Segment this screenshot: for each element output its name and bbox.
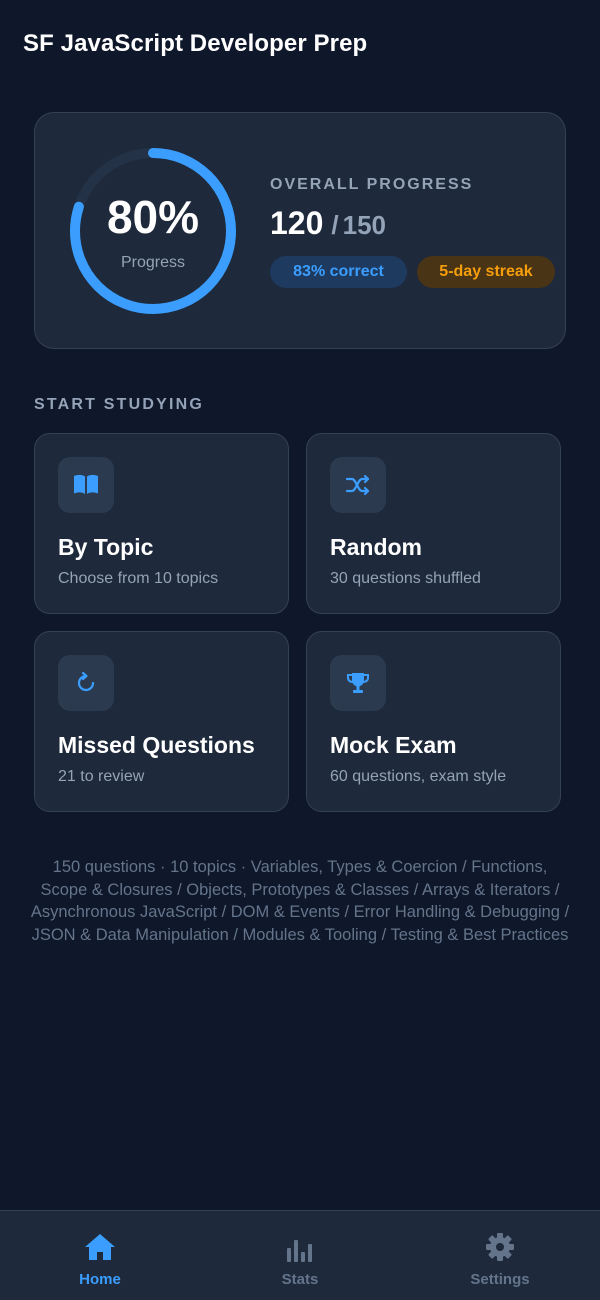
progress-ring: 80% Progress [69,147,237,315]
tab-home[interactable]: Home [0,1211,200,1300]
correct-badge: 83% correct [270,256,407,288]
refresh-icon [58,655,114,711]
answered-number: 120 [270,205,324,241]
answered-count: 120/150 [270,205,386,242]
progress-percent: 80% [106,191,200,243]
missed-questions-title: Missed Questions [58,732,255,758]
progress-card: 80% Progress OVERALL PROGRESS 120/150 83… [34,112,566,349]
topics-summary: 150 questions · 10 topics · Variables, T… [30,858,570,944]
app-title: SF JavaScript Developer Prep [23,30,368,57]
progress-ring-label: Progress [120,254,186,271]
by-topic-subtitle: Choose from 10 topics [58,570,219,587]
count-separator: / [331,210,339,240]
random-card[interactable]: Random 30 questions shuffled [306,433,561,614]
gear-icon [485,1231,515,1263]
mock-exam-card[interactable]: Mock Exam 60 questions, exam style [306,631,561,812]
trophy-icon [330,655,386,711]
mock-exam-subtitle: 60 questions, exam style [330,768,507,785]
missed-questions-subtitle: 21 to review [58,768,145,785]
shuffle-icon [330,457,386,513]
bottom-tab-bar: Home Stats Settings [0,1210,600,1300]
overall-progress-label: OVERALL PROGRESS [270,176,474,193]
random-subtitle: 30 questions shuffled [330,570,481,587]
start-studying-heading: START STUDYING [34,396,205,413]
mock-exam-title: Mock Exam [330,732,457,758]
by-topic-title: By Topic [58,534,154,560]
tab-stats-label: Stats [281,1271,319,1288]
tab-stats[interactable]: Stats [200,1211,400,1300]
random-title: Random [330,534,422,560]
book-icon [58,457,114,513]
total-number: 150 [342,210,387,240]
app-screen: SF JavaScript Developer Prep 80% Progres… [0,0,600,1300]
by-topic-card[interactable]: By Topic Choose from 10 topics [34,433,289,614]
home-icon [84,1231,116,1263]
streak-badge: 5-day streak [417,256,555,288]
missed-questions-card[interactable]: Missed Questions 21 to review [34,631,289,812]
tab-settings[interactable]: Settings [400,1211,600,1300]
bar-chart-icon [286,1231,314,1263]
tab-settings-label: Settings [470,1271,530,1288]
tab-home-label: Home [79,1271,121,1288]
